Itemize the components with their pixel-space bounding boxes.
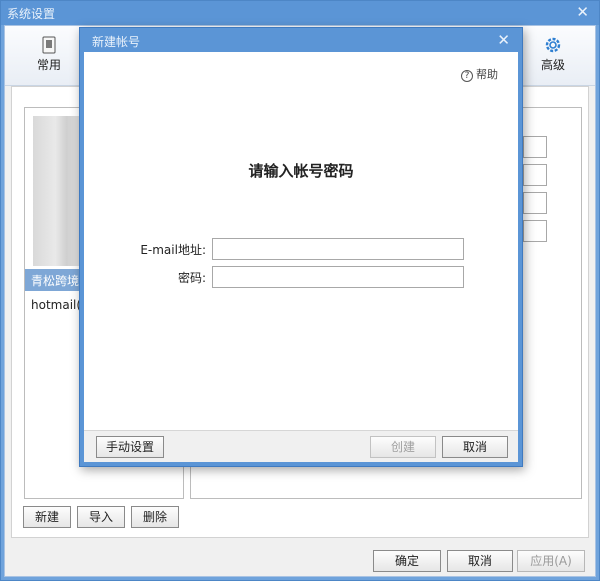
detail-field-3[interactable] — [523, 192, 547, 214]
toolbar-advanced-button[interactable]: 高级 — [527, 30, 579, 82]
cancel-button[interactable]: 取消 — [447, 550, 513, 572]
document-icon — [42, 36, 56, 54]
ok-button[interactable]: 确定 — [373, 550, 441, 572]
dialog-body: ? 帮助 请输入帐号密码 E-mail地址: 密码: — [84, 52, 518, 430]
new-account-dialog: 新建帐号 ✕ ? 帮助 请输入帐号密码 E-mail地址: 密码: 手动设置 创建… — [79, 27, 523, 467]
dialog-close-icon[interactable]: ✕ — [497, 31, 510, 49]
email-field[interactable] — [212, 238, 464, 260]
dialog-footer: 手动设置 创建 取消 — [84, 430, 518, 462]
window-close-icon[interactable]: ✕ — [576, 3, 589, 21]
import-button[interactable]: 导入 — [77, 506, 125, 528]
password-label: 密码: — [177, 271, 206, 285]
window-button-bar: 确定 取消 应用(A) — [5, 548, 595, 576]
help-label: 帮助 — [476, 68, 498, 81]
manual-setup-button[interactable]: 手动设置 — [96, 436, 164, 458]
create-button[interactable]: 创建 — [370, 436, 436, 458]
new-account-button[interactable]: 新建 — [23, 506, 71, 528]
delete-button[interactable]: 删除 — [131, 506, 179, 528]
dialog-titlebar: 新建帐号 ✕ — [80, 28, 522, 52]
toolbar-common-label: 常用 — [36, 58, 61, 72]
password-field[interactable] — [212, 266, 464, 288]
window-title: 系统设置 — [7, 7, 56, 21]
toolbar-common-button[interactable]: 常用 — [23, 30, 75, 82]
window-titlebar: 系统设置 ✕ — [1, 1, 599, 25]
email-label: E-mail地址: — [140, 243, 206, 257]
apply-button[interactable]: 应用(A) — [517, 550, 585, 572]
dialog-cancel-button[interactable]: 取消 — [442, 436, 508, 458]
toolbar-advanced-label: 高级 — [540, 58, 565, 72]
gear-icon — [545, 37, 561, 53]
detail-field-1[interactable] — [523, 136, 547, 158]
system-settings-window: 系统设置 ✕ 常用 高级 青松跨境 hotmail(c 新建 导入 删除 确定 … — [0, 0, 600, 581]
detail-field-4[interactable] — [523, 220, 547, 242]
question-circle-icon: ? — [461, 70, 473, 82]
dialog-title: 新建帐号 — [92, 35, 141, 49]
detail-field-2[interactable] — [523, 164, 547, 186]
help-link[interactable]: ? 帮助 — [461, 66, 498, 82]
dialog-heading: 请输入帐号密码 — [248, 162, 354, 180]
